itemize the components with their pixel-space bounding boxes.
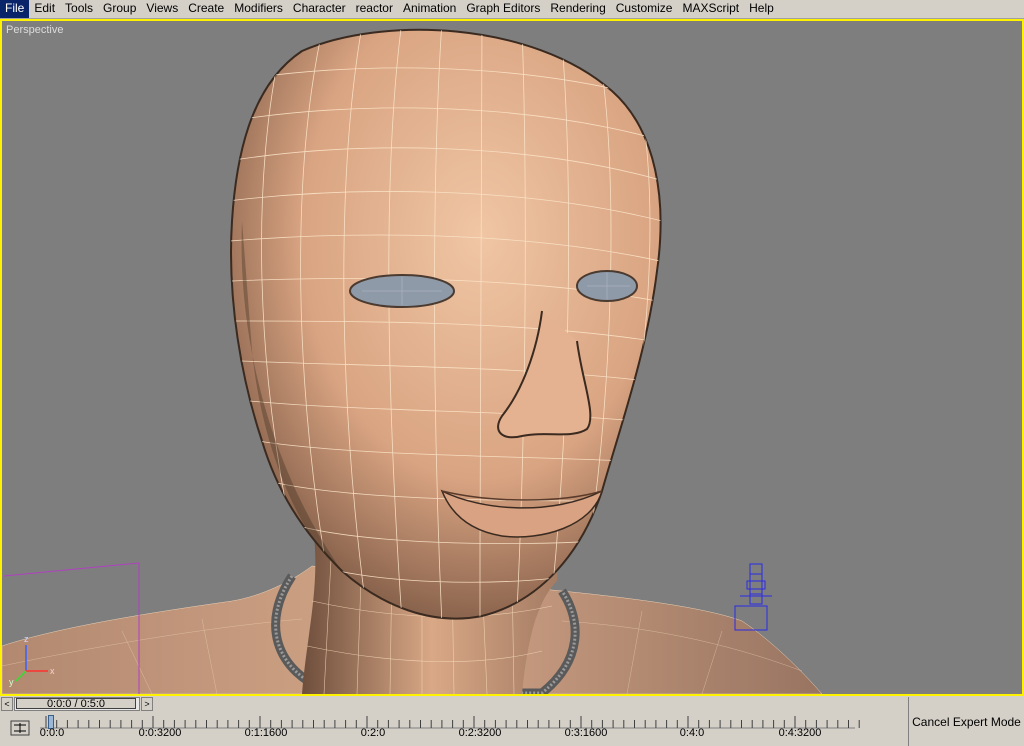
perspective-viewport[interactable]: Perspective z x y	[0, 19, 1024, 696]
menu-help[interactable]: Help	[744, 0, 779, 18]
scene-render[interactable]: z x y	[2, 21, 1022, 694]
time-slider-thumb[interactable]: 0:0:0 / 0:5:0	[16, 698, 136, 710]
tick-label: 0:0:0	[39, 727, 65, 739]
helper-object[interactable]	[734, 563, 772, 631]
tick-label: 0:2:0	[360, 727, 386, 739]
tick-label: 0:3:1600	[564, 727, 608, 739]
menu-tools[interactable]: Tools	[60, 0, 98, 18]
menu-modifiers[interactable]: Modifiers	[229, 0, 288, 18]
tick-label: 0:2:3200	[458, 727, 502, 739]
tick-label: 0:0:3200	[138, 727, 182, 739]
key-filter-icon[interactable]	[10, 720, 30, 736]
menu-customize[interactable]: Customize	[611, 0, 678, 18]
track-bar[interactable]: 0:0:0 0:0:3200 0:1:1600 0:2:0 0:2:3200 0…	[0, 713, 908, 746]
menu-bar: File Edit Tools Group Views Create Modif…	[0, 0, 1024, 19]
menu-maxscript[interactable]: MAXScript	[677, 0, 744, 18]
menu-edit[interactable]: Edit	[29, 0, 60, 18]
tick-label: 0:4:0	[679, 727, 705, 739]
time-slider-next-button[interactable]: >	[141, 697, 153, 711]
menu-group[interactable]: Group	[98, 0, 141, 18]
menu-animation[interactable]: Animation	[398, 0, 461, 18]
menu-create[interactable]: Create	[183, 0, 229, 18]
menu-file[interactable]: File	[0, 0, 30, 18]
viewport-label[interactable]: Perspective	[6, 24, 63, 36]
menu-rendering[interactable]: Rendering	[545, 0, 610, 18]
axis-label-y: y	[9, 677, 14, 687]
time-slider-prev-button[interactable]: <	[1, 697, 13, 711]
menu-views[interactable]: Views	[141, 0, 183, 18]
time-slider-row: < 0:0:0 / 0:5:0 >	[0, 696, 1024, 713]
axis-label-x: x	[50, 666, 55, 676]
head-mesh	[230, 28, 662, 620]
menu-graph-editors[interactable]: Graph Editors	[461, 0, 545, 18]
menu-reactor[interactable]: reactor	[351, 0, 398, 18]
tick-label: 0:4:3200	[778, 727, 822, 739]
axis-label-z: z	[24, 634, 29, 644]
tick-label: 0:1:1600	[244, 727, 288, 739]
cancel-expert-mode-button[interactable]: Cancel Expert Mode	[908, 697, 1024, 746]
menu-character[interactable]: Character	[288, 0, 351, 18]
